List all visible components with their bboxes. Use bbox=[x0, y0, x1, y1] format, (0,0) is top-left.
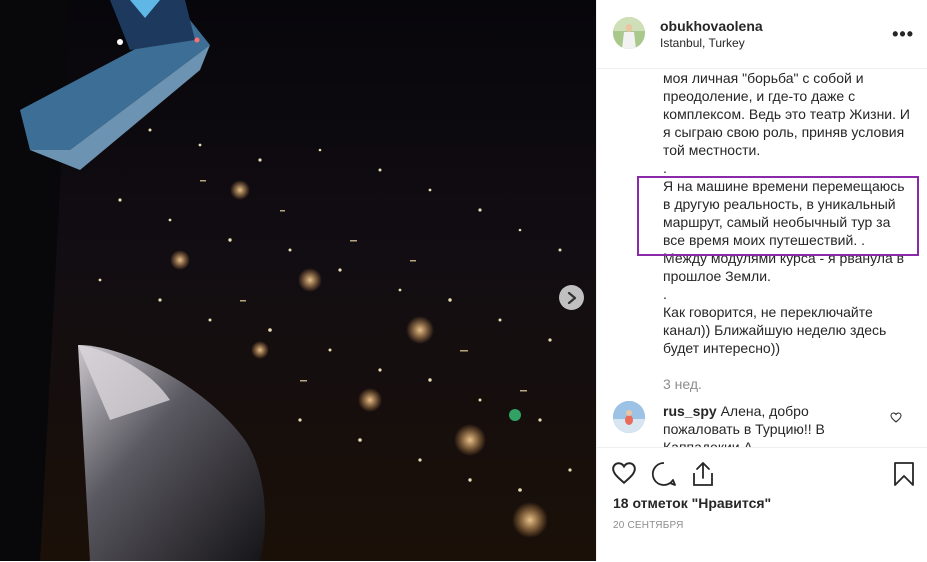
post-time-ago[interactable]: 3 нед. bbox=[663, 376, 702, 392]
post-username[interactable]: obukhovaolena bbox=[660, 18, 763, 34]
post-location[interactable]: Istanbul, Turkey bbox=[660, 36, 745, 50]
comment-avatar[interactable] bbox=[613, 401, 645, 433]
avatar-image bbox=[613, 17, 645, 49]
next-photo-button[interactable] bbox=[559, 285, 584, 310]
caption-line: Я на машине времени перемещаюсь в другую… bbox=[663, 178, 905, 248]
heart-icon bbox=[612, 462, 636, 485]
chevron-right-icon bbox=[567, 291, 576, 304]
post-caption: моя личная "борьба" с собой и преодолени… bbox=[663, 69, 913, 357]
comments-area[interactable]: моя личная "борьба" с собой и преодолени… bbox=[597, 69, 927, 447]
post-date: 20 СЕНТЯБРЯ bbox=[613, 520, 684, 531]
comment-username[interactable]: rus_spy bbox=[663, 403, 717, 419]
post-side-panel: obukhovaolena Istanbul, Turkey ••• моя л… bbox=[596, 0, 927, 561]
heart-icon bbox=[890, 412, 902, 423]
caption-line: . bbox=[663, 286, 667, 302]
post-header: obukhovaolena Istanbul, Turkey ••• bbox=[597, 0, 927, 69]
likes-count[interactable]: 18 отметок "Нравится" bbox=[613, 495, 771, 511]
caption-line: Между модулями курса - я рванула в прошл… bbox=[663, 250, 905, 284]
save-button[interactable] bbox=[893, 461, 915, 492]
comment-icon bbox=[651, 462, 676, 486]
comment-like-button[interactable] bbox=[890, 410, 902, 428]
caption-line: . bbox=[663, 160, 667, 176]
caption-line: Как говорится, не переключайте канал)) Б… bbox=[663, 304, 887, 356]
share-icon bbox=[693, 462, 713, 486]
post-actions: 18 отметок "Нравится" 20 СЕНТЯБРЯ bbox=[597, 447, 927, 562]
comment-button[interactable] bbox=[651, 461, 677, 492]
post-photo[interactable] bbox=[0, 0, 596, 561]
night-flight-image bbox=[0, 0, 596, 561]
share-button[interactable] bbox=[691, 461, 715, 492]
caption-line: моя личная "борьба" с собой и преодолени… bbox=[663, 70, 910, 158]
avatar[interactable] bbox=[613, 17, 645, 49]
bookmark-icon bbox=[894, 462, 914, 486]
like-button[interactable] bbox=[611, 461, 637, 490]
comment-avatar-image bbox=[613, 401, 645, 433]
comment: rus_spy Алена, добро пожаловать в Турцию… bbox=[663, 402, 873, 447]
more-icon[interactable]: ••• bbox=[892, 24, 914, 45]
